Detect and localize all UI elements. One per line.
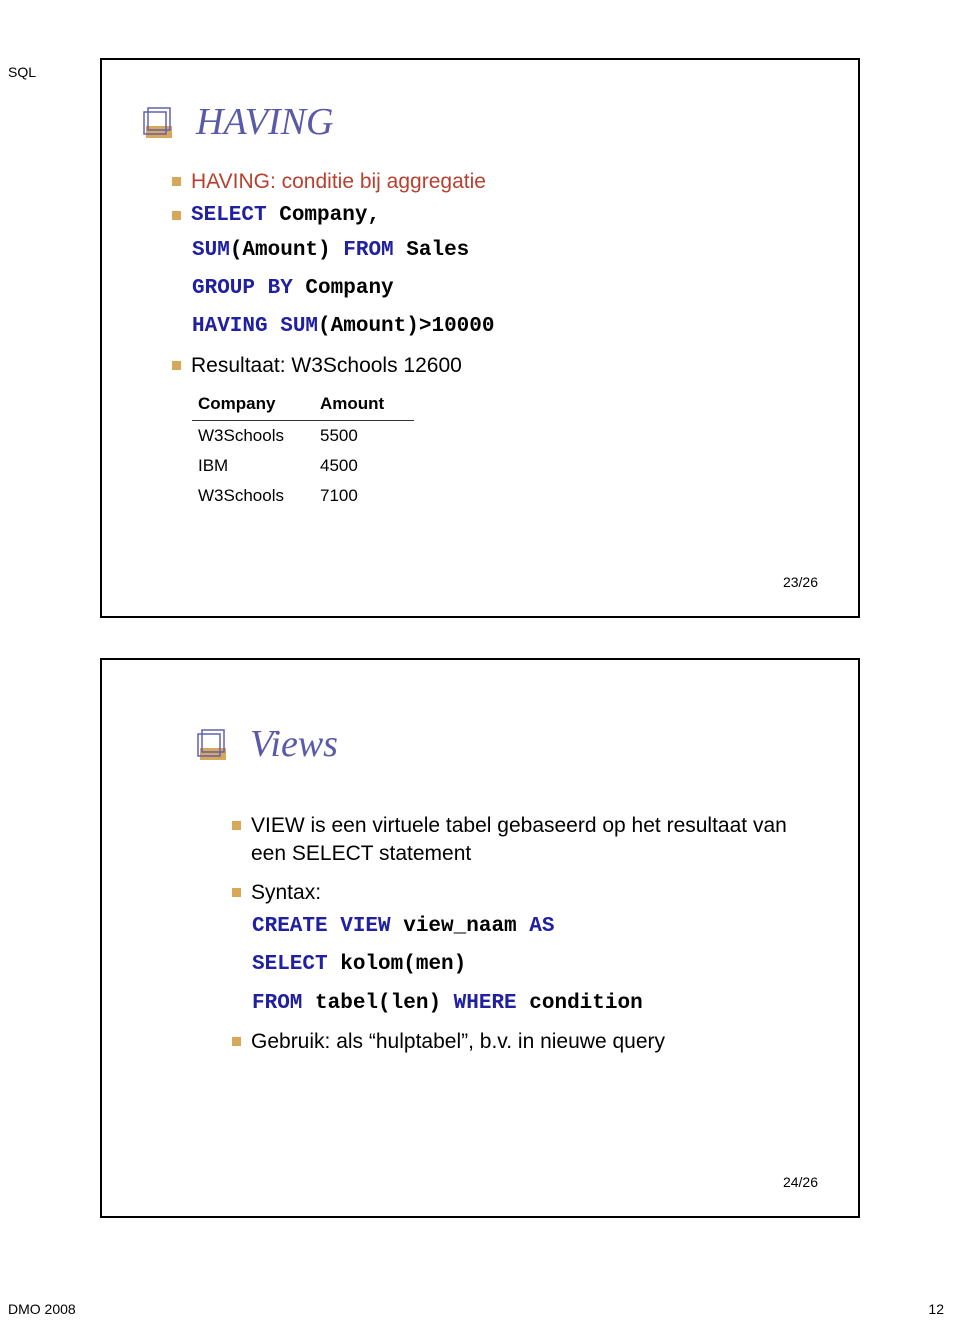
slide-number: 24/26 xyxy=(783,1174,818,1190)
slide-title: Views xyxy=(250,722,338,766)
code-line1: CREATE VIEW view_naam AS xyxy=(252,913,798,941)
footer-right: 12 xyxy=(928,1301,944,1317)
bullet-icon xyxy=(172,361,181,370)
page-header: SQL xyxy=(8,64,36,80)
usage-text: Gebruik: als “hulptabel”, b.v. in nieuwe… xyxy=(251,1028,665,1056)
bullet-icon xyxy=(172,211,181,220)
table-header-amount: Amount xyxy=(314,388,414,421)
syntax-label: Syntax: xyxy=(251,879,321,907)
code-line2: SELECT kolom(men) xyxy=(252,951,798,979)
slide-title-icon xyxy=(140,104,178,144)
table-row: W3Schools 7100 xyxy=(192,481,414,511)
code-line1: SELECT Company, xyxy=(191,202,380,230)
table-row: W3Schools 5500 xyxy=(192,421,414,452)
view-desc: VIEW is een virtuele tabel gebaseerd op … xyxy=(251,812,798,869)
slide-number: 23/26 xyxy=(783,574,818,590)
code-line3: GROUP BY Company xyxy=(192,275,818,303)
bullet-icon xyxy=(232,821,241,830)
bullet-icon xyxy=(232,1037,241,1046)
having-desc: HAVING: conditie bij aggregatie xyxy=(191,168,486,196)
footer-left: DMO 2008 xyxy=(8,1301,76,1317)
code-line3: FROM tabel(len) WHERE condition xyxy=(252,990,798,1018)
bullet-icon xyxy=(172,177,181,186)
slide-views: Views VIEW is een virtuele tabel gebasee… xyxy=(100,658,860,1218)
bullet-icon xyxy=(232,888,241,897)
table-row: IBM 4500 xyxy=(192,451,414,481)
slide-having: HAVING HAVING: conditie bij aggregatie S… xyxy=(100,58,860,618)
code-line4: HAVING SUM(Amount)>10000 xyxy=(192,313,818,341)
table-header-company: Company xyxy=(192,388,314,421)
slide-title: HAVING xyxy=(196,100,333,144)
result-text: Resultaat: W3Schools 12600 xyxy=(191,352,462,380)
code-line2: SUM(Amount) FROM Sales xyxy=(192,237,818,265)
data-table: Company Amount W3Schools 5500 IBM 4500 W… xyxy=(192,388,414,511)
slide1-content: HAVING: conditie bij aggregatie SELECT C… xyxy=(172,168,818,511)
slide2-content: VIEW is een virtuele tabel gebaseerd op … xyxy=(232,812,798,1062)
slide-title-icon xyxy=(194,726,232,766)
